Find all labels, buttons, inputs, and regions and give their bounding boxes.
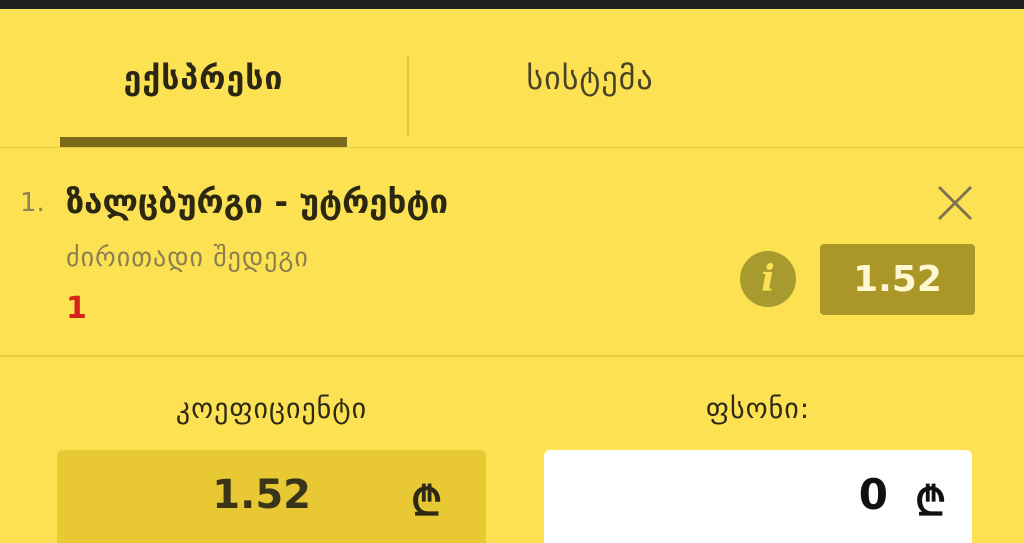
selection-outcome: 1 [66,291,87,326]
lari-currency-icon: ₾ [411,479,442,525]
active-tab-indicator [60,137,347,147]
betslip-tabs: ექსპრესი სისტემა [0,9,1024,147]
stake-label: ფსონი: [705,392,811,425]
lari-currency-icon: ₾ [915,479,946,525]
divider [0,355,1024,357]
coefficient-value: 1.52 [212,472,311,518]
info-icon[interactable]: i [740,251,796,307]
match-title: ზალცბურგი - უტრეხტი [66,182,449,221]
stake-input[interactable]: 0 ₾ [544,450,972,543]
stake-value[interactable]: 0 [859,470,888,519]
tab-express[interactable]: ექსპრესი [60,9,347,147]
tab-divider [407,56,409,136]
tab-system[interactable]: სისტემა [440,9,740,147]
top-status-bar [0,0,1024,9]
coefficient-display: 1.52 ₾ [57,450,486,543]
market-name: ძირითადი შედეგი [66,243,309,273]
close-icon[interactable] [936,184,974,222]
odds-button[interactable]: 1.52 [820,244,975,315]
coefficient-label: კოეფიციენტი [175,392,368,425]
bet-number: 1. [20,188,45,218]
bet-item: 1. ზალცბურგი - უტრეხტი ძირითადი შედეგი 1… [0,148,1024,355]
